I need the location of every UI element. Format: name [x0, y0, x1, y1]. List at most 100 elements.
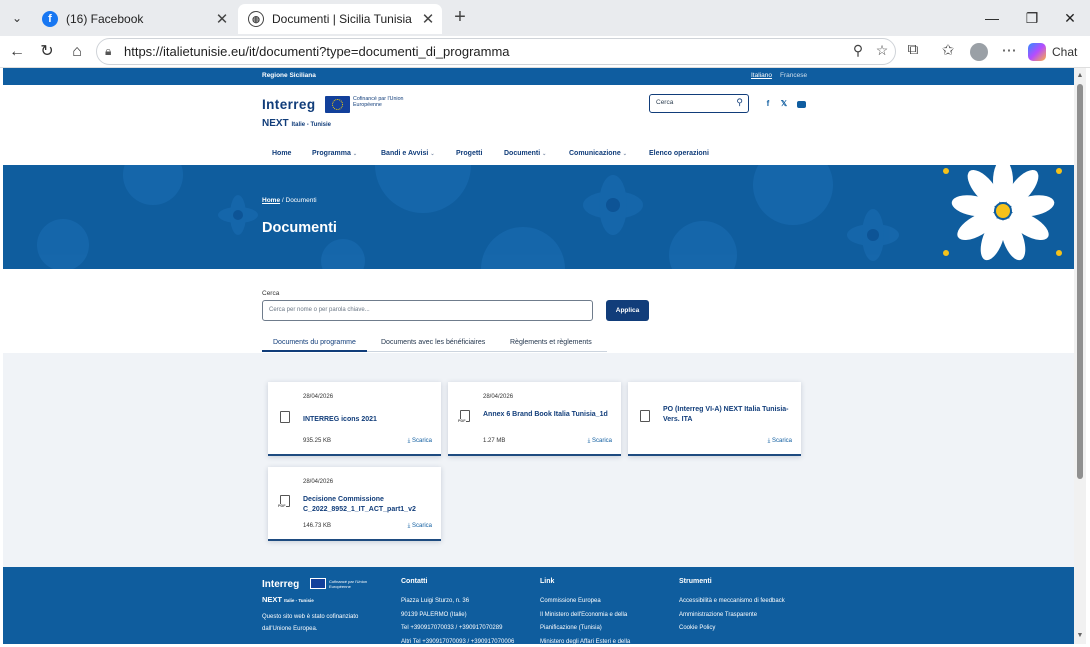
footer-line: Altri Tel +390917070093 / +390917070006: [401, 638, 515, 645]
footer-heading: Link: [540, 578, 555, 585]
more-menu-icon[interactable]: ⋯: [998, 41, 1020, 63]
browser-window: ⌄ f (16) Facebook ✕ ◍ Documenti | Sicili…: [0, 0, 1090, 647]
filter-label: Cerca: [262, 290, 280, 297]
page-hero: Home / Documenti Documenti: [3, 165, 1074, 269]
breadcrumb-separator: /: [281, 197, 284, 204]
document-card[interactable]: 28/04/2026 PDF Annex 6 Brand Book Italia…: [448, 382, 621, 456]
tab-reglements[interactable]: Règlements et règlements: [510, 339, 592, 346]
nav-bandi[interactable]: Bandi e Avvisi ⌄: [381, 150, 435, 157]
footer-link-item[interactable]: Pianificazione (Tunisia): [540, 622, 690, 636]
profile-avatar[interactable]: [970, 43, 988, 61]
site-logo[interactable]: Interreg Cofinancé par l'Union Européenn…: [262, 96, 422, 137]
tab-documents-programme[interactable]: Documents du programme: [262, 339, 367, 352]
document-card[interactable]: 28/04/2026 PDF Decisione Commissione C_2…: [268, 467, 441, 541]
nav-documenti[interactable]: Documenti ⌄: [491, 150, 561, 167]
favorites-icon[interactable]: ✩: [937, 41, 959, 63]
logo-cofinance: Cofinancé par l'Union Européenne: [353, 96, 404, 109]
footer-link: Link Commissione Europea Il Ministero de…: [540, 578, 690, 644]
nav-programma[interactable]: Programma ⌄: [312, 150, 357, 157]
footer-link-item[interactable]: Amministrazione Trasparente: [679, 609, 829, 623]
new-tab-button[interactable]: +: [448, 6, 472, 30]
document-size: 935.25 KB: [303, 438, 332, 444]
facebook-icon[interactable]: f: [763, 99, 773, 108]
apply-button[interactable]: Applica: [606, 300, 649, 321]
footer-contatti: Contatti Piazza Luigi Sturzo, n. 36 9013…: [401, 578, 551, 644]
tab-actions-icon[interactable]: ⌄: [6, 7, 28, 29]
copilot-chat-button[interactable]: Chat: [1028, 41, 1077, 63]
breadcrumb-home[interactable]: Home: [262, 197, 280, 204]
footer-logo-cofinance: Cofinancé par l'Union Européenne: [329, 579, 368, 589]
filters-section: Cerca Cerca per nome o per parola chiave…: [3, 269, 1074, 353]
document-card[interactable]: PO (Interreg VI-A) NEXT Italia Tunisia- …: [628, 382, 801, 456]
search-icon[interactable]: ⚲: [736, 97, 743, 108]
document-title[interactable]: PO (Interreg VI-A) NEXT Italia Tunisia- …: [663, 405, 791, 424]
footer-line: Piazza Luigi Sturzo, n. 36: [401, 598, 470, 604]
tab-facebook[interactable]: f (16) Facebook ✕: [32, 4, 236, 34]
footer-logo[interactable]: Interreg Cofinancé par l'Union Européenn…: [262, 578, 382, 609]
url-text[interactable]: https://italietunisie.eu/it/documenti?ty…: [124, 44, 510, 59]
download-link[interactable]: ⤓ Scarica: [408, 523, 432, 530]
logo-next-sub: Italie - Tunisie: [291, 122, 332, 128]
minimize-button[interactable]: —: [972, 5, 1012, 31]
tab-documenti[interactable]: ◍ Documenti | Sicilia Tunisia ✕: [238, 4, 442, 34]
download-link[interactable]: ⤓ Scarica: [768, 438, 792, 445]
home-button[interactable]: ⌂: [65, 40, 89, 64]
region-link[interactable]: Regione Siciliana: [262, 72, 316, 79]
language-switcher: Italiano Francese: [751, 72, 807, 79]
scroll-up-icon[interactable]: ▲: [1076, 72, 1084, 80]
footer-logo-next-text: NEXT: [262, 595, 283, 604]
top-bar: Regione Siciliana Italiano Francese: [3, 68, 1074, 85]
tab-documents-beneficiaires[interactable]: Documents avec les bénéficiaires: [381, 339, 485, 346]
footer-link-item[interactable]: Il Ministero dell'Economia e della: [540, 609, 690, 623]
youtube-icon[interactable]: [797, 101, 806, 108]
footer-link-item[interactable]: Ministero degli Affari Esteri e della: [540, 636, 690, 645]
nav-elenco-operazioni[interactable]: Elenco operazioni: [649, 150, 709, 157]
nav-label: Documenti: [504, 150, 541, 157]
close-window-button[interactable]: ✕: [1050, 5, 1090, 31]
tab-title: (16) Facebook: [66, 12, 144, 26]
footer-heading: Strumenti: [679, 578, 712, 585]
site-info-icon[interactable]: 🔒︎: [105, 44, 111, 59]
tab-strip: ⌄ f (16) Facebook ✕ ◍ Documenti | Sicili…: [0, 0, 1090, 36]
header-search-input[interactable]: Cerca ⚲: [649, 94, 749, 113]
x-icon[interactable]: 𝕏: [779, 99, 789, 108]
chevron-down-icon: ⌄: [622, 151, 627, 157]
nav-label: Comunicazione: [569, 150, 621, 157]
nav-comunicazione[interactable]: Comunicazione ⌄: [569, 150, 627, 157]
site-header: Interreg Cofinancé par l'Union Européenn…: [3, 85, 1074, 167]
zoom-icon[interactable]: ⚲: [848, 42, 868, 62]
copilot-icon: [1028, 43, 1046, 61]
footer-logo-next: NEXT Italie - Tunisie: [262, 595, 314, 604]
back-button[interactable]: ←: [5, 40, 29, 64]
close-tab-icon[interactable]: ✕: [418, 10, 438, 28]
document-title[interactable]: Decisione Commissione C_2022_8952_1_IT_A…: [303, 495, 431, 514]
favorite-star-icon[interactable]: ☆: [872, 42, 892, 62]
lang-italiano[interactable]: Italiano: [751, 72, 772, 79]
document-title[interactable]: Annex 6 Brand Book Italia Tunisia_1d: [483, 410, 611, 420]
restore-button[interactable]: ❐: [1012, 5, 1052, 31]
extensions-icon[interactable]: ⧉: [902, 41, 924, 63]
footer-link-item[interactable]: Accessibilità e meccanismo di feedback: [679, 595, 829, 609]
document-card[interactable]: 28/04/2026 INTERREG icons 2021 935.25 KB…: [268, 382, 441, 456]
nav-progetti[interactable]: Progetti: [456, 150, 482, 157]
search-placeholder: Cerca per nome o per parola chiave...: [269, 307, 370, 313]
footer-link-item[interactable]: Commissione Europea: [540, 595, 690, 609]
nav-home[interactable]: Home: [272, 150, 291, 157]
breadcrumb-current: Documenti: [285, 197, 317, 204]
page-scrollbar[interactable]: ▲ ▼: [1074, 68, 1086, 644]
footer-line: Tel +390917070033 / +390917070289: [401, 625, 503, 631]
scroll-down-icon[interactable]: ▼: [1076, 632, 1084, 640]
download-link[interactable]: ⤓ Scarica: [588, 438, 612, 445]
address-bar[interactable]: 🔒︎ https://italietunisie.eu/it/documenti…: [96, 38, 896, 65]
document-search-input[interactable]: Cerca per nome o per parola chiave...: [262, 300, 593, 321]
lang-francese[interactable]: Francese: [780, 72, 807, 79]
close-tab-icon[interactable]: ✕: [212, 10, 232, 28]
document-title[interactable]: INTERREG icons 2021: [303, 415, 431, 425]
footer-link-item[interactable]: Cookie Policy: [679, 622, 829, 636]
refresh-button[interactable]: ↻: [35, 40, 59, 64]
document-tabs: Documents du programme Documents avec le…: [262, 337, 607, 352]
scrollbar-thumb[interactable]: [1077, 84, 1083, 479]
document-size: 146.73 KB: [303, 523, 332, 529]
download-link[interactable]: ⤓ Scarica: [408, 438, 432, 445]
document-list: 28/04/2026 INTERREG icons 2021 935.25 KB…: [3, 353, 1074, 567]
